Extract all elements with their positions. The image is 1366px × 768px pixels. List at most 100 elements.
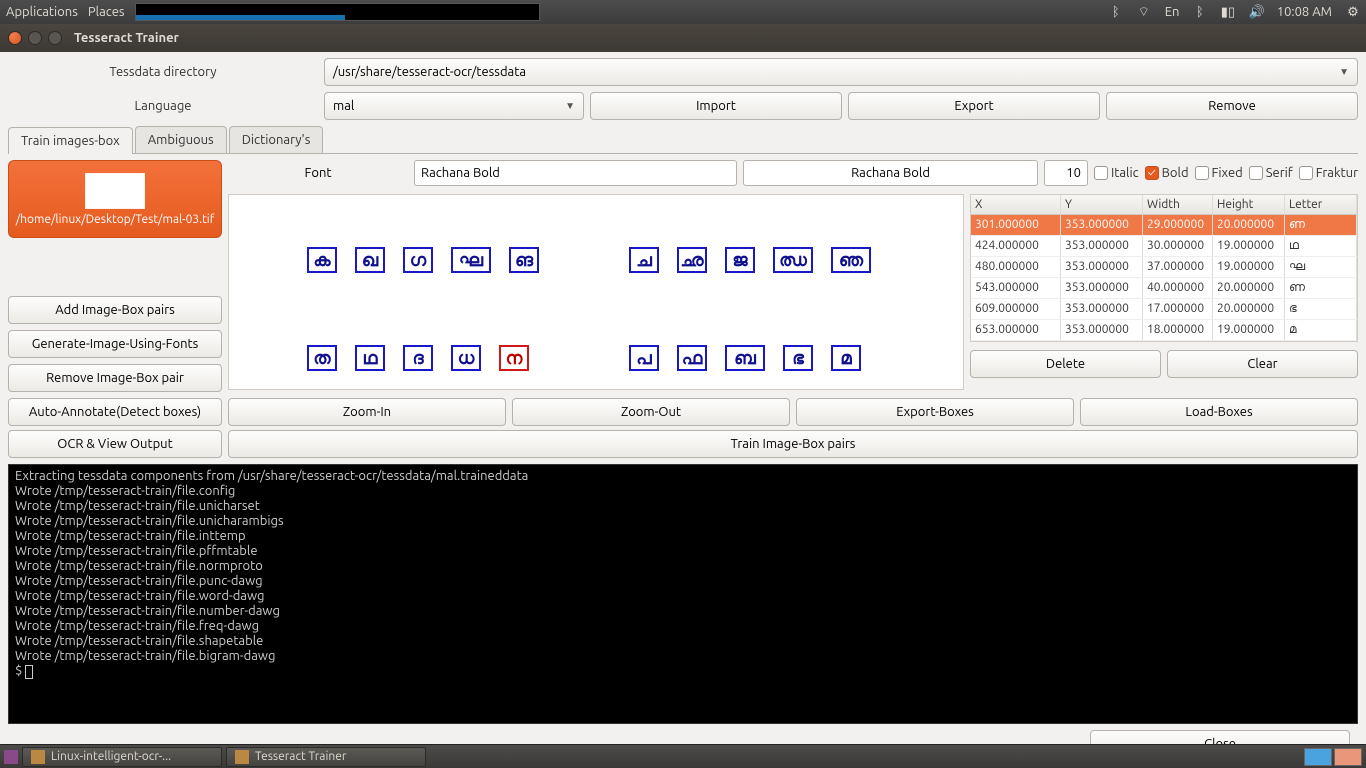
zoom-out-button[interactable]: Zoom-Out [512,398,790,426]
maximize-icon[interactable] [48,31,62,45]
fixed-checkbox[interactable]: Fixed [1195,166,1243,180]
glyph-box[interactable]: ഭ [783,345,813,371]
tab-dictionarys[interactable]: Dictionary's [229,126,324,153]
col-height[interactable]: Height [1213,195,1285,214]
zoom-in-button[interactable]: Zoom-In [228,398,506,426]
system-monitor-applet[interactable] [135,3,540,21]
table-cell: 37.000000 [1143,257,1213,277]
glyph-box[interactable]: ഝ [773,247,813,273]
table-row[interactable]: 543.000000353.00000040.00000020.000000ണ [971,278,1357,299]
taskbar-item[interactable]: Tesseract Trainer [226,747,426,767]
battery-icon[interactable]: ▮▯ [1221,5,1235,20]
glyph-box[interactable]: ഫ [677,345,707,371]
font-name-input[interactable]: Rachana Bold [414,160,737,186]
tessdata-directory-combo[interactable]: /usr/share/tesseract-ocr/tessdata ▼ [324,58,1358,86]
volume-icon[interactable]: 🔊 [1249,5,1263,20]
table-cell: ണ [1285,215,1357,235]
window-title: Tesseract Trainer [74,31,179,45]
minimize-icon[interactable] [28,31,42,45]
language-label: Language [8,99,318,113]
keyboard-layout-indicator[interactable]: En [1165,5,1179,19]
glyph-box[interactable]: ഞ [831,247,871,273]
terminal-text: Extracting tessdata components from /usr… [15,469,528,678]
table-cell: 353.000000 [1061,299,1143,319]
col-y[interactable]: Y [1061,195,1143,214]
col-letter[interactable]: Letter [1285,195,1357,214]
glyph-box[interactable]: ഖ [355,247,385,273]
show-desktop-icon[interactable] [4,750,18,764]
taskbar-item[interactable]: Linux-intelligent-ocr-... [22,747,222,767]
places-menu[interactable]: Places [88,5,125,19]
glyph-box[interactable]: പ [629,345,659,371]
glyph-box[interactable]: മ [831,345,861,371]
export-button[interactable]: Export [848,92,1100,120]
glyph-box[interactable]: ധ [451,345,481,371]
glyph-box[interactable]: ഛ [677,247,707,273]
table-row[interactable]: 424.000000353.00000030.00000019.000000ഥ [971,236,1357,257]
load-boxes-button[interactable]: Load-Boxes [1080,398,1358,426]
table-cell: 609.000000 [971,299,1061,319]
bluetooth-icon-2[interactable]: ᛒ [1193,5,1207,19]
glyph-box[interactable]: ഗ [403,247,433,273]
train-image-box-pairs-button[interactable]: Train Image-Box pairs [228,430,1358,458]
ocr-view-output-button[interactable]: OCR & View Output [8,430,222,458]
applications-menu[interactable]: Applications [6,5,78,19]
glyph-box[interactable]: ച [629,247,659,273]
glyph-box[interactable]: ദ [403,345,433,371]
glyph-canvas[interactable]: ക ഖ ഗ ഘ ങ ച ഛ ജ ഝ ഞ ത ഥ [228,194,964,390]
table-cell: 353.000000 [1061,320,1143,340]
glyph-box[interactable]: ഘ [451,247,491,273]
table-row[interactable]: 609.000000353.00000017.00000020.000000ഭ [971,299,1357,320]
col-x[interactable]: X [971,195,1061,214]
remove-image-box-pair-button[interactable]: Remove Image-Box pair [8,364,222,392]
table-cell: 29.000000 [1143,215,1213,235]
language-combo[interactable]: mal ▼ [324,92,584,120]
glyph-box[interactable]: ഥ [355,345,385,371]
remove-button[interactable]: Remove [1106,92,1358,120]
terminal-cursor [25,665,33,679]
workspace-switcher-1[interactable] [1304,748,1332,766]
taskbar-item-label: Linux-intelligent-ocr-... [51,750,171,763]
table-row[interactable]: 480.000000353.00000037.00000019.000000ഘ [971,257,1357,278]
terminal-output[interactable]: Extracting tessdata components from /usr… [8,464,1358,724]
bold-checkbox[interactable]: ✓Bold [1145,166,1189,180]
tab-train-images-box[interactable]: Train images-box [8,127,133,154]
col-width[interactable]: Width [1143,195,1213,214]
gear-icon[interactable]: ⚙ [1346,5,1360,20]
clear-button[interactable]: Clear [1167,350,1358,378]
workspace-switcher-2[interactable] [1334,748,1362,766]
close-icon[interactable] [8,31,22,45]
table-cell: 20.000000 [1213,215,1285,235]
export-boxes-button[interactable]: Export-Boxes [796,398,1074,426]
font-size-spin[interactable]: 10 [1044,160,1088,186]
glyph-box[interactable]: ജ [725,247,755,273]
glyph-box[interactable]: ക [307,247,337,273]
font-name-value: Rachana Bold [421,166,500,180]
glyph-box[interactable]: ത [307,345,337,371]
add-image-box-pairs-button[interactable]: Add Image-Box pairs [8,296,222,324]
serif-checkbox[interactable]: Serif [1249,166,1293,180]
import-button[interactable]: Import [590,92,842,120]
generate-image-using-fonts-button[interactable]: Generate-Image-Using-Fonts [8,330,222,358]
font-label: Font [228,166,408,180]
table-cell: 301.000000 [971,215,1061,235]
fraktur-checkbox[interactable]: Fraktur [1299,166,1358,180]
delete-button[interactable]: Delete [970,350,1161,378]
italic-checkbox[interactable]: Italic [1094,166,1139,180]
glyph-box-selected[interactable]: ന [499,345,529,371]
auto-annotate-button[interactable]: Auto-Annotate(Detect boxes) [8,398,222,426]
wifi-icon[interactable]: ⌔ [1137,4,1151,20]
tab-ambiguous[interactable]: Ambiguous [135,126,227,153]
font-desc-input[interactable]: Rachana Bold [743,160,1038,186]
glyph-box[interactable]: ങ [509,247,539,273]
table-row[interactable]: 653.000000353.00000018.00000019.000000മ [971,320,1357,341]
window-titlebar[interactable]: Tesseract Trainer [0,24,1366,52]
app-icon [31,750,45,764]
image-thumbnail[interactable]: /home/linux/Desktop/Test/mal-03.tif [8,160,222,238]
glyph-box[interactable]: ബ [725,345,765,371]
clock[interactable]: 10:08 AM [1277,5,1332,19]
table-cell: മ [1285,320,1357,340]
table-row[interactable]: 301.000000353.00000029.00000020.000000ണ [971,215,1357,236]
thumbnail-path: /home/linux/Desktop/Test/mal-03.tif [16,213,215,226]
bluetooth-icon[interactable]: ᛒ [1109,5,1123,19]
